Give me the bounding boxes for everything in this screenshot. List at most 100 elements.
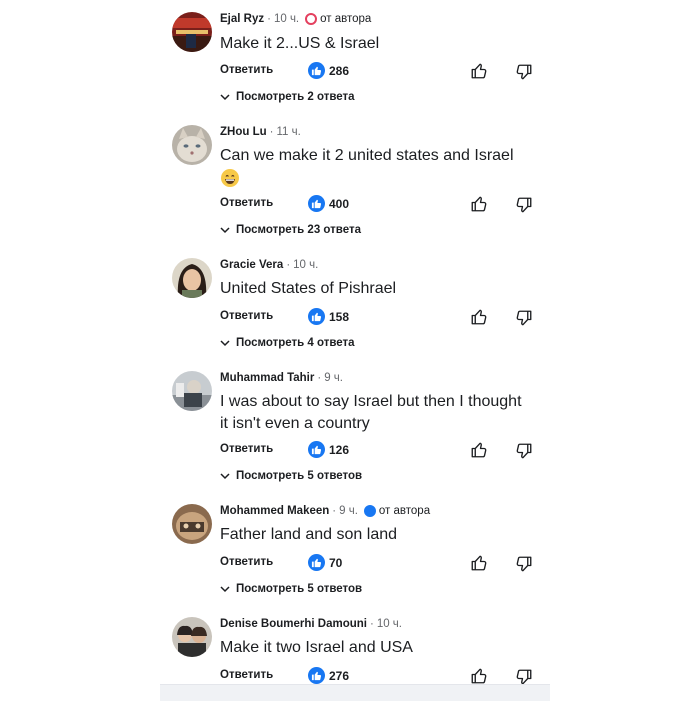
avatar[interactable]: [172, 125, 212, 165]
comment-text: Make it 2...US & Israel: [220, 35, 380, 52]
like-reaction-icon: [308, 195, 325, 212]
like-reaction-icon: [308, 62, 325, 79]
avatar[interactable]: [172, 258, 212, 298]
author-badge: от автора: [363, 505, 431, 517]
reply-button[interactable]: Ответить: [220, 197, 273, 209]
like-summary[interactable]: 126: [308, 441, 349, 458]
comment-text: Can we make it 2 united states and Israe…: [220, 145, 550, 189]
comment-meta: Muhammad Tahir · 9 ч.: [220, 372, 343, 384]
thumbs-down-icon[interactable]: [515, 555, 533, 578]
author-name[interactable]: Ejal Ryz: [220, 13, 264, 25]
comment-composer-bar[interactable]: [160, 684, 550, 701]
like-summary[interactable]: 286: [308, 62, 349, 79]
comment-actions: Ответить 400: [220, 195, 550, 215]
author-name[interactable]: Denise Boumerhi Damouni: [220, 618, 367, 630]
thumbs-up-icon[interactable]: [470, 195, 488, 218]
comment-text: I was about to say Israel but then I tho…: [220, 391, 550, 435]
view-replies-link[interactable]: Посмотреть 5 ответов: [220, 583, 362, 595]
comment-actions: Ответить 286: [220, 62, 550, 82]
view-replies-link[interactable]: Посмотреть 4 ответа: [220, 337, 355, 349]
thumbs-down-icon[interactable]: [515, 309, 533, 332]
chevron-down-icon: [220, 94, 230, 101]
chevron-down-icon: [220, 473, 230, 480]
author-name[interactable]: ZHou Lu: [220, 126, 267, 138]
reply-button[interactable]: Ответить: [220, 443, 273, 455]
reply-button[interactable]: Ответить: [220, 64, 273, 76]
comment-meta: Ejal Ryz · 10 ч. от автора: [220, 13, 371, 25]
separator-dot: ·: [267, 13, 271, 25]
comment-text-line: it isn't even a country: [220, 415, 370, 432]
reply-button[interactable]: Ответить: [220, 669, 273, 681]
chevron-down-icon: [220, 227, 230, 234]
like-reaction-icon: [308, 667, 325, 684]
comment-text: Make it two Israel and USA: [220, 639, 413, 656]
comment-actions: Ответить 126: [220, 441, 550, 461]
view-replies-link[interactable]: Посмотреть 23 ответа: [220, 224, 361, 236]
view-replies-label: Посмотреть 23 ответа: [236, 224, 361, 236]
comment-actions: Ответить 70: [220, 554, 550, 574]
author-badge-icon: [305, 13, 318, 25]
separator-dot: ·: [332, 505, 337, 517]
comment-actions: Ответить 158: [220, 308, 550, 328]
author-name[interactable]: Gracie Vera: [220, 259, 283, 271]
grinning-emoji-icon: [220, 168, 240, 188]
comment-time[interactable]: 11 ч.: [276, 126, 300, 138]
like-summary[interactable]: 276: [308, 667, 349, 684]
author-badge: от автора: [305, 13, 371, 25]
like-summary[interactable]: 400: [308, 195, 349, 212]
like-count: 400: [329, 196, 350, 211]
comment-time[interactable]: 9 ч.: [339, 505, 358, 517]
thumbs-up-icon[interactable]: [470, 308, 488, 331]
comment-text: United States of Pishrael: [220, 280, 397, 297]
thumbs-down-icon[interactable]: [515, 442, 533, 465]
reply-button[interactable]: Ответить: [220, 556, 273, 568]
author-name[interactable]: Mohammed Makeen: [220, 505, 329, 517]
view-replies-label: Посмотреть 5 ответов: [236, 470, 363, 482]
comment-meta: Denise Boumerhi Damouni · 10 ч.: [220, 618, 402, 630]
like-reaction-icon: [308, 441, 325, 458]
author-badge-label: от автора: [378, 505, 431, 517]
author-name[interactable]: Muhammad Tahir: [220, 372, 314, 384]
comment-meta: Mohammed Makeen · 9 ч. от автора: [220, 505, 430, 517]
comment-meta: Gracie Vera · 10 ч.: [220, 259, 318, 271]
like-count: 158: [329, 309, 350, 324]
comment-time[interactable]: 10 ч.: [293, 259, 318, 271]
avatar[interactable]: [172, 617, 212, 657]
like-count: 276: [329, 668, 350, 683]
like-count: 70: [329, 555, 343, 570]
author-badge-label: от автора: [320, 13, 372, 25]
like-reaction-icon: [308, 554, 325, 571]
chevron-down-icon: [220, 586, 230, 593]
like-summary[interactable]: 158: [308, 308, 349, 325]
view-replies-label: Посмотреть 4 ответа: [236, 337, 355, 349]
like-count: 126: [329, 442, 350, 457]
chevron-down-icon: [220, 340, 230, 347]
separator-dot: ·: [286, 259, 291, 271]
avatar[interactable]: [172, 371, 212, 411]
thumbs-up-icon[interactable]: [470, 62, 488, 85]
thumbs-up-icon[interactable]: [470, 554, 488, 577]
avatar[interactable]: [172, 12, 212, 52]
comment-text-line: Can we make it 2 united states and Israe…: [220, 147, 514, 164]
comment-time[interactable]: 10 ч.: [377, 618, 402, 630]
comment-text: Father land and son land: [220, 526, 398, 543]
like-reaction-icon: [308, 308, 325, 325]
like-summary[interactable]: 70: [308, 554, 342, 571]
view-replies-label: Посмотреть 5 ответов: [236, 583, 363, 595]
thumbs-up-icon[interactable]: [470, 441, 488, 464]
comment-time[interactable]: 9 ч.: [324, 372, 343, 384]
comment-time[interactable]: 10 ч.: [274, 13, 299, 25]
view-replies-label: Посмотреть 2 ответа: [236, 91, 355, 103]
author-badge-icon: [363, 505, 376, 517]
separator-dot: ·: [369, 618, 374, 630]
comment-text-line: I was about to say Israel but then I tho…: [220, 393, 522, 410]
reply-button[interactable]: Ответить: [220, 310, 273, 322]
view-replies-link[interactable]: Посмотреть 5 ответов: [220, 470, 362, 482]
thumbs-down-icon[interactable]: [515, 196, 533, 219]
thumbs-down-icon[interactable]: [515, 63, 533, 86]
avatar[interactable]: [172, 504, 212, 544]
like-count: 286: [329, 63, 350, 78]
separator-dot: ·: [269, 126, 274, 138]
view-replies-link[interactable]: Посмотреть 2 ответа: [220, 91, 355, 103]
separator-dot: ·: [317, 372, 322, 384]
